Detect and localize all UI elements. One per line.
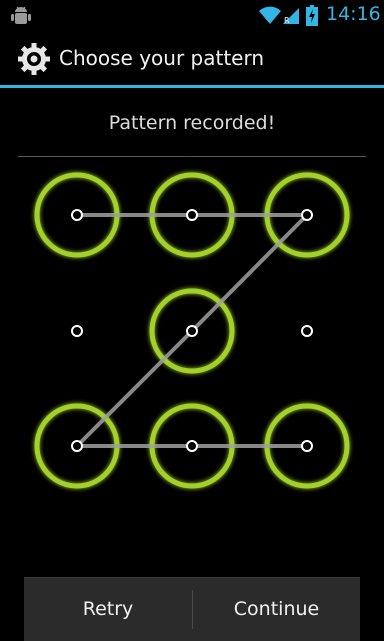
signal-icon: R — [283, 8, 299, 25]
wifi-icon — [259, 6, 281, 24]
header-divider — [18, 156, 366, 157]
status-clock: 14:16 — [326, 3, 381, 25]
page-title: Choose your pattern — [59, 46, 265, 70]
status-bar: R 14:16 — [0, 0, 384, 32]
pattern-dot-4[interactable] — [71, 325, 83, 337]
pattern-grid[interactable] — [0, 160, 384, 500]
pattern-dot-2[interactable] — [186, 209, 198, 221]
retry-button[interactable]: Retry — [24, 578, 192, 641]
pattern-dot-6[interactable] — [301, 325, 313, 337]
button-bar: Retry Continue — [24, 577, 360, 641]
continue-button[interactable]: Continue — [193, 578, 360, 641]
pattern-dot-1[interactable] — [71, 209, 83, 221]
pattern-dot-7[interactable] — [71, 440, 83, 452]
battery-charging-icon — [306, 5, 318, 26]
android-debug-icon — [11, 6, 31, 24]
action-bar-divider — [0, 85, 384, 88]
pattern-dot-8[interactable] — [186, 440, 198, 452]
pattern-dot-3[interactable] — [301, 209, 313, 221]
action-bar: Choose your pattern — [0, 32, 384, 87]
pattern-dot-5[interactable] — [186, 325, 198, 337]
gear-icon[interactable] — [16, 41, 52, 77]
pattern-status-text: Pattern recorded! — [108, 112, 276, 134]
pattern-dot-9[interactable] — [301, 440, 313, 452]
svg-text:R: R — [284, 16, 290, 25]
